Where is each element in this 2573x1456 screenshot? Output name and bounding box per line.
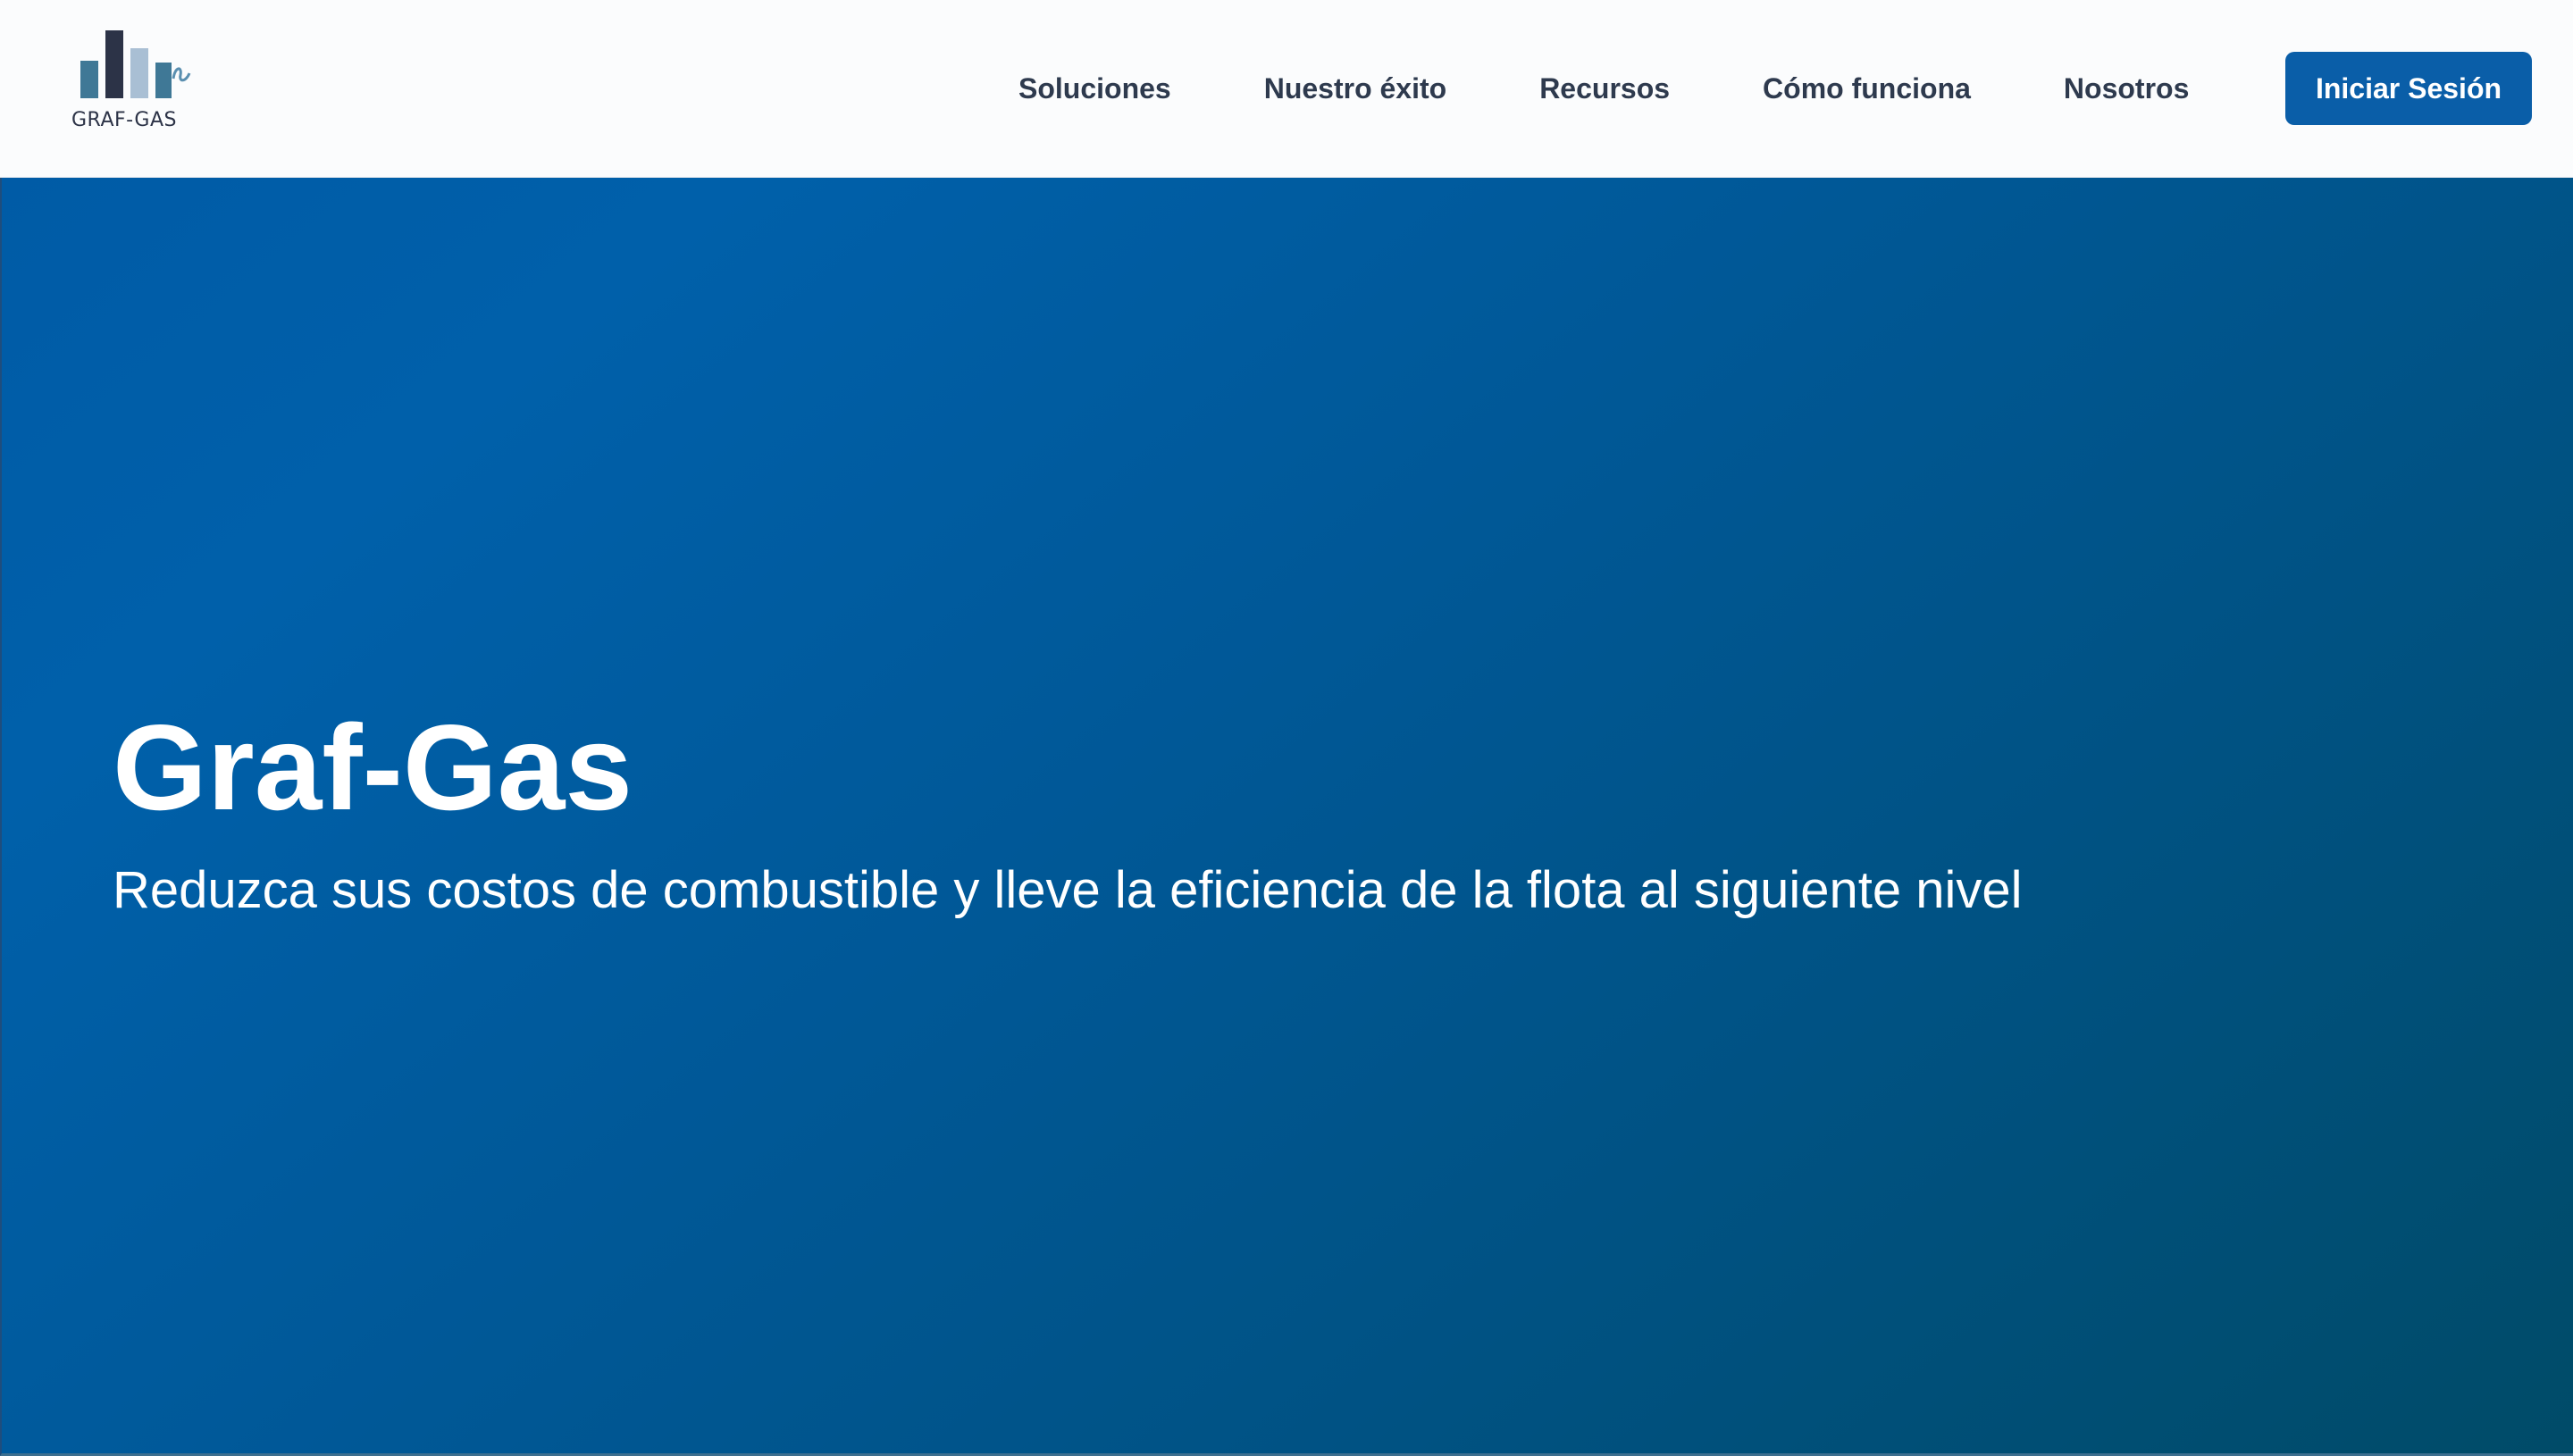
page: GRAF-GAS Soluciones Nuestro éxito Recurs… — [0, 0, 2573, 1456]
login-button[interactable]: Iniciar Sesión — [2285, 52, 2532, 125]
hero-title: Graf-Gas — [113, 699, 633, 835]
logo-text: GRAF-GAS — [71, 109, 177, 131]
logo-bars-icon — [80, 30, 191, 98]
site-header: GRAF-GAS Soluciones Nuestro éxito Recurs… — [0, 0, 2573, 178]
nav-item-recursos[interactable]: Recursos — [1539, 72, 1670, 105]
main-nav: Soluciones Nuestro éxito Recursos Cómo f… — [1018, 0, 2189, 178]
nav-item-nosotros[interactable]: Nosotros — [2064, 72, 2189, 105]
hero-subtitle: Reduzca sus costos de combustible y llev… — [113, 861, 2023, 919]
nav-item-soluciones[interactable]: Soluciones — [1018, 72, 1171, 105]
nav-item-nuestro-exito[interactable]: Nuestro éxito — [1264, 72, 1446, 105]
hero-section: Graf-Gas Reduzca sus costos de combustib… — [0, 178, 2573, 1456]
logo-link[interactable]: GRAF-GAS — [71, 27, 197, 134]
nav-item-como-funciona[interactable]: Cómo funciona — [1763, 72, 1971, 105]
